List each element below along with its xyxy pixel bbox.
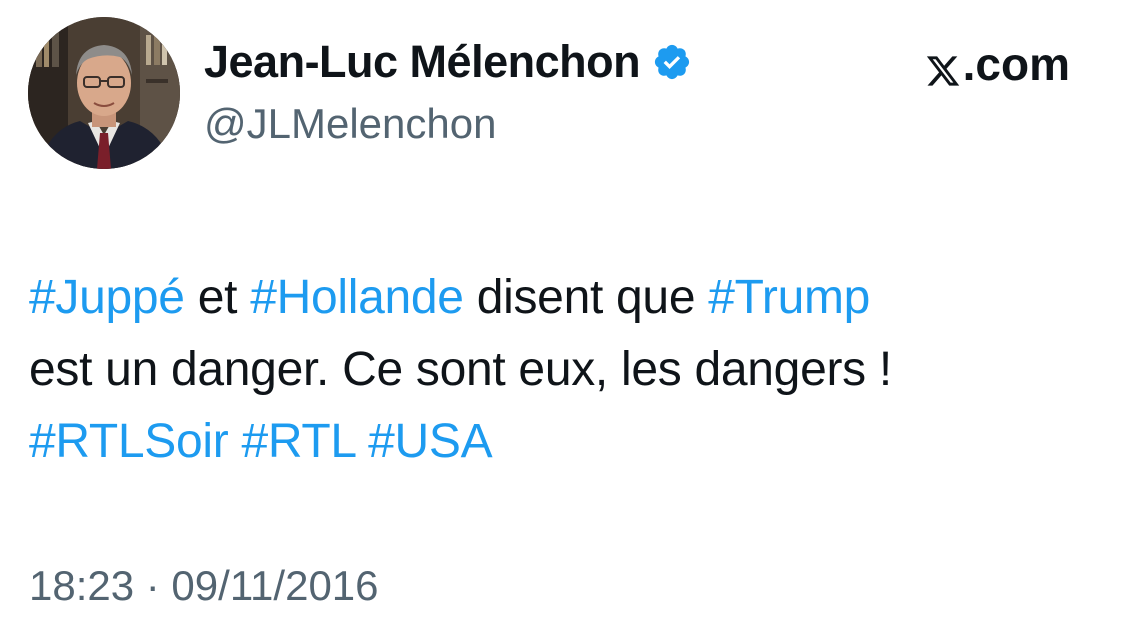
author-handle[interactable]: @JLMelenchon — [204, 100, 496, 148]
hashtag-rtl[interactable]: #RTL — [242, 415, 356, 468]
avatar[interactable] — [28, 17, 180, 169]
hashtag-hollande[interactable]: #Hollande — [250, 271, 464, 324]
hashtag-usa[interactable]: #USA — [368, 415, 493, 468]
author-name-row: Jean-Luc Mélenchon — [204, 32, 692, 92]
hashtag-trump[interactable]: #Trump — [708, 271, 870, 324]
verified-badge-icon — [652, 42, 692, 82]
tweet-line-1: #Juppé et #Hollande disent que #Trump — [29, 262, 1089, 334]
tweet-line-2: est un danger. Ce sont eux, les dangers … — [29, 343, 892, 396]
tweet-timestamp[interactable]: 18:23 · 09/11/2016 — [29, 562, 379, 610]
x-brand-text: .com — [962, 38, 1070, 90]
tweet-text-segment: et — [184, 271, 251, 324]
x-logo-icon — [925, 46, 961, 86]
avatar-photo — [28, 17, 180, 169]
tweet-line-3: #RTLSoir #RTL #USA — [29, 406, 1089, 478]
hashtag-juppe[interactable]: #Juppé — [29, 271, 185, 324]
tweet-text-segment: disent que — [463, 271, 709, 324]
hashtag-rtlsoir[interactable]: #RTLSoir — [29, 415, 229, 468]
tweet-text: #Juppé et #Hollande disent que #Trump es… — [29, 262, 1089, 478]
x-brand: .com — [925, 36, 1070, 92]
tweet-card: Jean-Luc Mélenchon @JLMelenchon .com #Ju… — [0, 0, 1125, 620]
author-display-name[interactable]: Jean-Luc Mélenchon — [204, 36, 641, 88]
